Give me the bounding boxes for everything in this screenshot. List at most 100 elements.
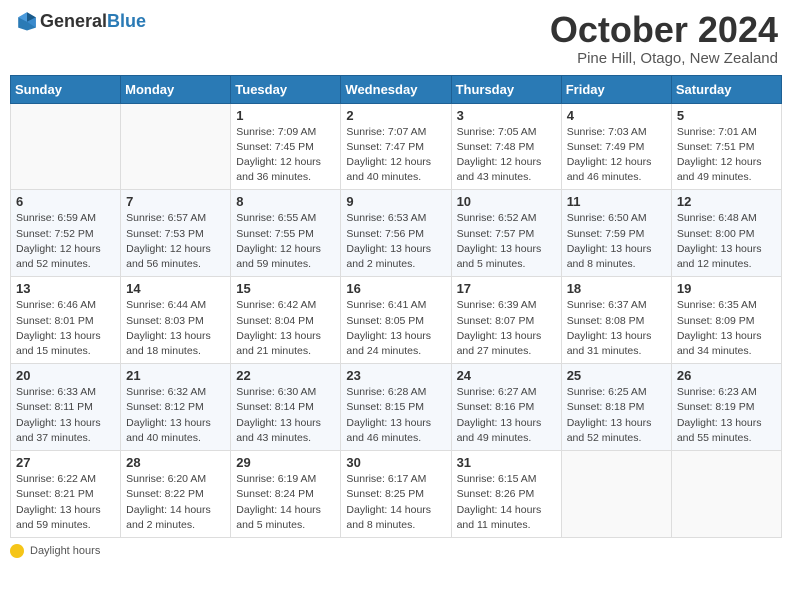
- day-info: Sunrise: 6:37 AM Sunset: 8:08 PM Dayligh…: [567, 298, 666, 359]
- day-info: Sunrise: 6:55 AM Sunset: 7:55 PM Dayligh…: [236, 211, 335, 272]
- sun-icon: [10, 544, 24, 558]
- day-number: 22: [236, 368, 335, 383]
- calendar-week-row: 27 Sunrise: 6:22 AM Sunset: 8:21 PM Dayli…: [11, 451, 782, 538]
- day-info: Sunrise: 6:30 AM Sunset: 8:14 PM Dayligh…: [236, 385, 335, 446]
- day-number: 5: [677, 108, 776, 123]
- day-number: 14: [126, 281, 225, 296]
- day-info: Sunrise: 6:33 AM Sunset: 8:11 PM Dayligh…: [16, 385, 115, 446]
- calendar-cell: 30 Sunrise: 6:17 AM Sunset: 8:25 PM Dayli…: [341, 451, 451, 538]
- day-number: 27: [16, 455, 115, 470]
- day-number: 13: [16, 281, 115, 296]
- day-number: 9: [346, 194, 445, 209]
- calendar-cell: 5 Sunrise: 7:01 AM Sunset: 7:51 PM Daylig…: [671, 103, 781, 190]
- calendar-cell: 13 Sunrise: 6:46 AM Sunset: 8:01 PM Dayli…: [11, 277, 121, 364]
- day-info: Sunrise: 6:15 AM Sunset: 8:26 PM Dayligh…: [457, 472, 556, 533]
- day-info: Sunrise: 6:42 AM Sunset: 8:04 PM Dayligh…: [236, 298, 335, 359]
- calendar-week-row: 20Sunrise: 6:33 AM Sunset: 8:11 PM Dayli…: [11, 364, 782, 451]
- day-info: Sunrise: 6:35 AM Sunset: 8:09 PM Dayligh…: [677, 298, 776, 359]
- day-info: Sunrise: 6:20 AM Sunset: 8:22 PM Dayligh…: [126, 472, 225, 533]
- day-info: Sunrise: 7:01 AM Sunset: 7:51 PM Dayligh…: [677, 125, 776, 186]
- day-number: 1: [236, 108, 335, 123]
- day-info: Sunrise: 6:48 AM Sunset: 8:00 PM Dayligh…: [677, 211, 776, 272]
- calendar-cell: 26Sunrise: 6:23 AM Sunset: 8:19 PM Dayli…: [671, 364, 781, 451]
- day-info: Sunrise: 6:59 AM Sunset: 7:52 PM Dayligh…: [16, 211, 115, 272]
- day-info: Sunrise: 6:44 AM Sunset: 8:03 PM Dayligh…: [126, 298, 225, 359]
- day-number: 29: [236, 455, 335, 470]
- day-info: Sunrise: 6:46 AM Sunset: 8:01 PM Dayligh…: [16, 298, 115, 359]
- day-number: 19: [677, 281, 776, 296]
- day-info: Sunrise: 6:50 AM Sunset: 7:59 PM Dayligh…: [567, 211, 666, 272]
- day-info: Sunrise: 7:09 AM Sunset: 7:45 PM Dayligh…: [236, 125, 335, 186]
- day-of-week-header: Wednesday: [341, 75, 451, 103]
- day-info: Sunrise: 6:53 AM Sunset: 7:56 PM Dayligh…: [346, 211, 445, 272]
- calendar-cell: 7 Sunrise: 6:57 AM Sunset: 7:53 PM Daylig…: [121, 190, 231, 277]
- calendar-header-row: SundayMondayTuesdayWednesdayThursdayFrid…: [11, 75, 782, 103]
- logo-general-text: General: [40, 11, 107, 31]
- day-info: Sunrise: 6:17 AM Sunset: 8:25 PM Dayligh…: [346, 472, 445, 533]
- calendar-cell: 27 Sunrise: 6:22 AM Sunset: 8:21 PM Dayli…: [11, 451, 121, 538]
- calendar-cell: 17 Sunrise: 6:39 AM Sunset: 8:07 PM Dayli…: [451, 277, 561, 364]
- calendar-body: 1 Sunrise: 7:09 AM Sunset: 7:45 PM Daylig…: [11, 103, 782, 537]
- day-of-week-header: Friday: [561, 75, 671, 103]
- calendar-cell: 14 Sunrise: 6:44 AM Sunset: 8:03 PM Dayli…: [121, 277, 231, 364]
- calendar-cell: [671, 451, 781, 538]
- calendar-week-row: 6 Sunrise: 6:59 AM Sunset: 7:52 PM Daylig…: [11, 190, 782, 277]
- day-number: 26: [677, 368, 776, 383]
- day-number: 24: [457, 368, 556, 383]
- calendar-cell: 25 Sunrise: 6:25 AM Sunset: 8:18 PM Dayli…: [561, 364, 671, 451]
- day-of-week-header: Monday: [121, 75, 231, 103]
- day-info: Sunrise: 7:03 AM Sunset: 7:49 PM Dayligh…: [567, 125, 666, 186]
- calendar-table: SundayMondayTuesdayWednesdayThursdayFrid…: [10, 75, 782, 538]
- calendar-cell: 28 Sunrise: 6:20 AM Sunset: 8:22 PM Dayli…: [121, 451, 231, 538]
- day-of-week-header: Thursday: [451, 75, 561, 103]
- day-number: 7: [126, 194, 225, 209]
- calendar-cell: [561, 451, 671, 538]
- calendar-cell: 3 Sunrise: 7:05 AM Sunset: 7:48 PM Daylig…: [451, 103, 561, 190]
- day-of-week-header: Tuesday: [231, 75, 341, 103]
- calendar-cell: 11Sunrise: 6:50 AM Sunset: 7:59 PM Dayli…: [561, 190, 671, 277]
- calendar-cell: 31Sunrise: 6:15 AM Sunset: 8:26 PM Dayli…: [451, 451, 561, 538]
- day-number: 15: [236, 281, 335, 296]
- day-number: 23: [346, 368, 445, 383]
- calendar-cell: 12 Sunrise: 6:48 AM Sunset: 8:00 PM Dayli…: [671, 190, 781, 277]
- day-number: 17: [457, 281, 556, 296]
- day-info: Sunrise: 6:22 AM Sunset: 8:21 PM Dayligh…: [16, 472, 115, 533]
- calendar-cell: 22 Sunrise: 6:30 AM Sunset: 8:14 PM Dayli…: [231, 364, 341, 451]
- footer: Daylight hours: [10, 544, 782, 558]
- title-area: October 2024 Pine Hill, Otago, New Zeala…: [550, 10, 778, 67]
- calendar-cell: [121, 103, 231, 190]
- calendar-cell: [11, 103, 121, 190]
- day-number: 25: [567, 368, 666, 383]
- day-info: Sunrise: 6:57 AM Sunset: 7:53 PM Dayligh…: [126, 211, 225, 272]
- day-of-week-header: Saturday: [671, 75, 781, 103]
- calendar-cell: 18Sunrise: 6:37 AM Sunset: 8:08 PM Dayli…: [561, 277, 671, 364]
- calendar-cell: 29Sunrise: 6:19 AM Sunset: 8:24 PM Dayli…: [231, 451, 341, 538]
- daylight-label: Daylight hours: [30, 545, 100, 557]
- day-number: 30: [346, 455, 445, 470]
- calendar-cell: 9 Sunrise: 6:53 AM Sunset: 7:56 PM Daylig…: [341, 190, 451, 277]
- header: GeneralBlue October 2024 Pine Hill, Otag…: [10, 10, 782, 67]
- logo: GeneralBlue: [14, 10, 146, 32]
- day-info: Sunrise: 6:41 AM Sunset: 8:05 PM Dayligh…: [346, 298, 445, 359]
- day-info: Sunrise: 6:32 AM Sunset: 8:12 PM Dayligh…: [126, 385, 225, 446]
- calendar-cell: 1 Sunrise: 7:09 AM Sunset: 7:45 PM Daylig…: [231, 103, 341, 190]
- day-info: Sunrise: 7:05 AM Sunset: 7:48 PM Dayligh…: [457, 125, 556, 186]
- day-number: 3: [457, 108, 556, 123]
- calendar-cell: 8 Sunrise: 6:55 AM Sunset: 7:55 PM Daylig…: [231, 190, 341, 277]
- day-number: 8: [236, 194, 335, 209]
- day-info: Sunrise: 6:25 AM Sunset: 8:18 PM Dayligh…: [567, 385, 666, 446]
- day-number: 6: [16, 194, 115, 209]
- day-number: 12: [677, 194, 776, 209]
- day-number: 10: [457, 194, 556, 209]
- day-number: 28: [126, 455, 225, 470]
- day-info: Sunrise: 6:27 AM Sunset: 8:16 PM Dayligh…: [457, 385, 556, 446]
- calendar-cell: 4Sunrise: 7:03 AM Sunset: 7:49 PM Daylig…: [561, 103, 671, 190]
- day-info: Sunrise: 6:39 AM Sunset: 8:07 PM Dayligh…: [457, 298, 556, 359]
- calendar-cell: 24 Sunrise: 6:27 AM Sunset: 8:16 PM Dayli…: [451, 364, 561, 451]
- day-number: 2: [346, 108, 445, 123]
- day-info: Sunrise: 7:07 AM Sunset: 7:47 PM Dayligh…: [346, 125, 445, 186]
- calendar-cell: 10Sunrise: 6:52 AM Sunset: 7:57 PM Dayli…: [451, 190, 561, 277]
- calendar-cell: 15 Sunrise: 6:42 AM Sunset: 8:04 PM Dayli…: [231, 277, 341, 364]
- calendar-cell: 20Sunrise: 6:33 AM Sunset: 8:11 PM Dayli…: [11, 364, 121, 451]
- calendar-cell: 6 Sunrise: 6:59 AM Sunset: 7:52 PM Daylig…: [11, 190, 121, 277]
